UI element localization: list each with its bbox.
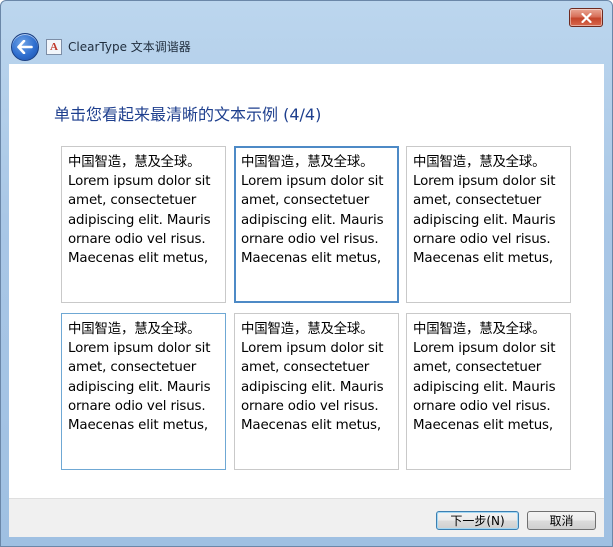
sample-text: 中国智造，慧及全球。Lorem ipsum dolor sit amet, co… xyxy=(68,322,211,434)
app-title: ClearType 文本调谐器 xyxy=(68,40,191,54)
page-heading: 单击您看起来最清晰的文本示例 (4/4) xyxy=(54,105,322,124)
cleartype-app-icon: A xyxy=(46,39,62,55)
sample-text: 中国智造，慧及全球。Lorem ipsum dolor sit amet, co… xyxy=(413,322,556,434)
text-sample-2[interactable]: 中国智造，慧及全球。Lorem ipsum dolor sit amet, co… xyxy=(234,146,399,303)
close-button[interactable] xyxy=(569,8,603,27)
back-button[interactable] xyxy=(11,33,39,61)
sample-text: 中国智造，慧及全球。Lorem ipsum dolor sit amet, co… xyxy=(241,155,384,267)
back-arrow-icon xyxy=(17,40,33,54)
text-sample-4[interactable]: 中国智造，慧及全球。Lorem ipsum dolor sit amet, co… xyxy=(61,313,226,470)
cleartype-tuner-window: A ClearType 文本调谐器 单击您看起来最清晰的文本示例 (4/4) 中… xyxy=(0,0,613,547)
sample-text: 中国智造，慧及全球。Lorem ipsum dolor sit amet, co… xyxy=(68,155,211,267)
cancel-button[interactable]: 取消 xyxy=(527,511,596,530)
sample-text: 中国智造，慧及全球。Lorem ipsum dolor sit amet, co… xyxy=(241,322,384,434)
text-sample-5[interactable]: 中国智造，慧及全球。Lorem ipsum dolor sit amet, co… xyxy=(234,313,399,470)
window-header: A ClearType 文本调谐器 xyxy=(1,29,612,65)
text-sample-6[interactable]: 中国智造，慧及全球。Lorem ipsum dolor sit amet, co… xyxy=(406,313,571,470)
text-sample-1[interactable]: 中国智造，慧及全球。Lorem ipsum dolor sit amet, co… xyxy=(61,146,226,303)
button-bar: 下一步(N) 取消 xyxy=(9,498,604,537)
close-icon xyxy=(580,12,592,23)
text-sample-3[interactable]: 中国智造，慧及全球。Lorem ipsum dolor sit amet, co… xyxy=(406,146,571,303)
sample-text: 中国智造，慧及全球。Lorem ipsum dolor sit amet, co… xyxy=(413,155,556,267)
next-button[interactable]: 下一步(N) xyxy=(436,511,519,530)
